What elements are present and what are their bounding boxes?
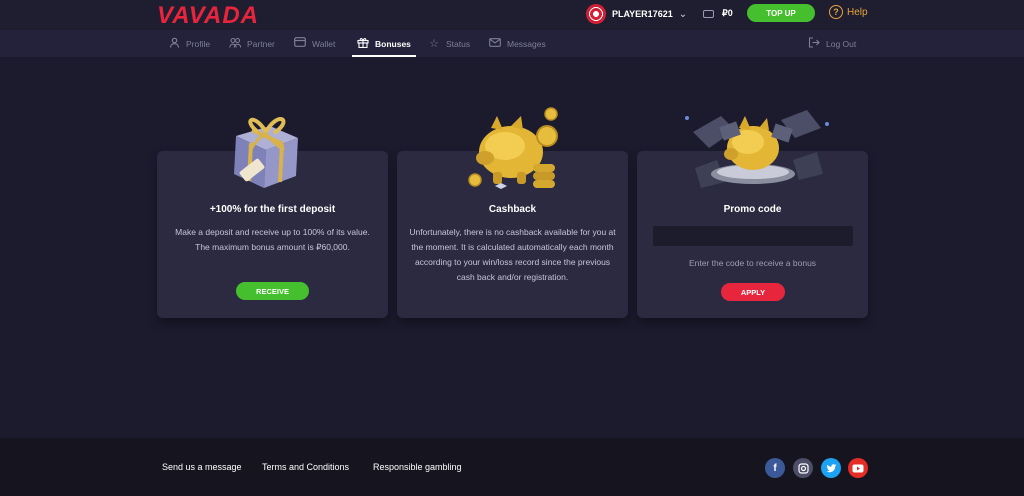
tab-label: Partner (247, 38, 275, 49)
logout-icon (808, 36, 820, 51)
user-menu[interactable]: PLAYER17621 ⌄ (586, 4, 687, 24)
tab-bonuses[interactable]: Bonuses (352, 30, 416, 57)
tab-label: Messages (507, 38, 546, 49)
card-title: Promo code (723, 204, 782, 215)
promo-hint: Enter the code to receive a bonus (688, 258, 817, 268)
send-message-link[interactable]: Send us a message (162, 462, 242, 472)
help-link[interactable]: ? Help (829, 5, 868, 19)
partner-icon (229, 37, 242, 51)
tab-label: Wallet (312, 38, 336, 49)
tab-profile[interactable]: Profile (168, 30, 210, 57)
card-title: Cashback (488, 204, 537, 215)
username: PLAYER17621 (612, 9, 673, 19)
balance-value: ₽0 (722, 8, 733, 18)
instagram-icon[interactable] (793, 458, 813, 478)
tab-wallet[interactable]: Wallet (294, 30, 335, 57)
envelope-icon (489, 37, 501, 50)
top-bar: VAVADA PLAYER17621 ⌄ ₽0 TOP UP ? Help (0, 0, 1024, 30)
tab-label: Bonuses (375, 38, 411, 49)
top-up-button[interactable]: TOP UP (747, 4, 815, 22)
wallet-icon (294, 37, 306, 50)
responsible-gambling-link[interactable]: Responsible gambling (373, 462, 462, 472)
terms-link[interactable]: Terms and Conditions (262, 462, 349, 472)
receive-button[interactable]: RECEIVE (236, 282, 309, 300)
account-nav: Profile Partner Wallet Bonuses ☆ Status … (0, 30, 1024, 57)
promo-code-input[interactable] (653, 226, 853, 246)
card-title: +100% for the first deposit (209, 204, 336, 215)
tab-label: Status (446, 38, 471, 49)
twitter-icon[interactable] (821, 458, 841, 478)
youtube-icon[interactable] (848, 458, 868, 478)
wallet-balance[interactable]: ₽0 (703, 8, 733, 19)
star-icon: ☆ (429, 38, 439, 50)
footer: Send us a message Terms and Conditions R… (0, 438, 1024, 496)
facebook-icon[interactable]: f (765, 458, 785, 478)
card-description: Make a deposit and receive up to 100% of… (175, 227, 370, 252)
question-icon: ? (829, 5, 843, 19)
apply-button[interactable]: APPLY (721, 283, 785, 301)
tab-status[interactable]: ☆ Status (428, 30, 470, 57)
logout-label: Log Out (826, 38, 857, 49)
tab-messages[interactable]: Messages (489, 30, 546, 57)
chevron-down-icon: ⌄ (678, 8, 688, 20)
help-label: Help (847, 6, 868, 18)
gift-icon (357, 37, 369, 51)
tab-label: Profile (186, 38, 211, 49)
casino-chip-avatar (586, 4, 606, 24)
user-icon (168, 37, 180, 51)
vavada-logo[interactable]: VAVADA (157, 2, 259, 30)
card-description: Unfortunately, there is no cashback avai… (409, 227, 616, 282)
piggy-bank-illustration (468, 107, 558, 189)
tab-partner[interactable]: Partner (229, 30, 275, 57)
logout-link[interactable]: Log Out (808, 30, 856, 57)
promo-piggy-illustration (685, 110, 829, 188)
gift-box-illustration (234, 117, 298, 188)
wallet-icon (703, 9, 714, 18)
